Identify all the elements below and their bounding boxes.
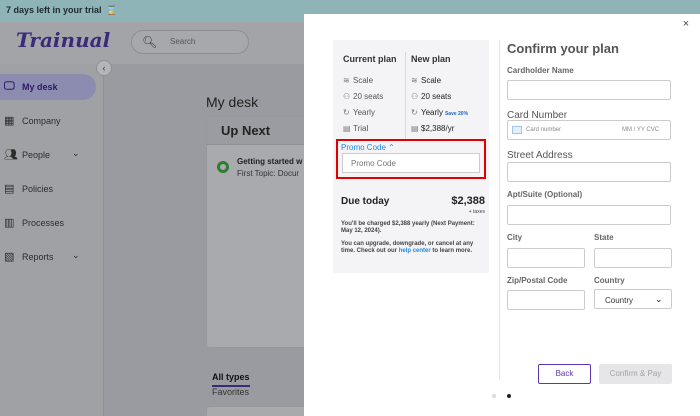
street-address-label: Street Address [507, 150, 573, 161]
country-select[interactable]: Country ⌄ [594, 289, 672, 309]
back-button[interactable]: Back [538, 364, 591, 384]
due-today-label: Due today [341, 196, 390, 207]
page-title: My desk [206, 94, 259, 110]
street-address-field[interactable] [507, 162, 671, 182]
task-title[interactable]: Getting started w [237, 157, 302, 166]
receipt-icon: ▤ [343, 124, 351, 133]
seats-icon: ⚇ [411, 92, 419, 101]
cardholder-label: Cardholder Name [507, 66, 574, 75]
column-divider [499, 40, 500, 380]
trial-banner-text: 7 days left in your trial [6, 5, 102, 15]
hourglass-icon: ⌛ [106, 5, 118, 15]
plan-divider [405, 52, 406, 148]
task-subtitle: First Topic: Docur [237, 169, 300, 178]
layers-icon: ≋ [343, 76, 350, 85]
credit-card-icon [512, 126, 522, 134]
zip-field[interactable] [507, 290, 585, 310]
change-note: You can upgrade, downgrade, or cancel at… [341, 241, 474, 254]
main-content: My desk Up Next Getting started w First … [0, 64, 317, 416]
cardholder-name-field[interactable] [507, 80, 671, 100]
new-plan-cycle: ↻ Yearly Save 20% [411, 108, 469, 117]
search-placeholder: Search [170, 37, 196, 46]
country-select-value: Country [605, 296, 634, 305]
confirm-pay-button[interactable]: Confirm & Pay [599, 364, 672, 384]
plan-summary-panel: Current plan New plan ≋ Scale ⚇ 20 seats ↻… [333, 40, 489, 273]
new-plan-seats: ⚇ 20 seats [411, 92, 452, 101]
close-icon[interactable]: × [678, 18, 694, 34]
receipt-icon: ▤ [411, 124, 419, 133]
taxes-note: + taxes [468, 209, 485, 215]
state-label: State [594, 233, 614, 242]
current-plan-tier: ≋ Scale [343, 76, 374, 85]
promo-code-toggle[interactable]: Promo Code ⌃ [341, 143, 395, 152]
content-card [206, 406, 316, 416]
tab-all-types[interactable]: All types [212, 372, 250, 387]
due-today-amount: $2,388 [451, 195, 485, 207]
help-center-link[interactable]: help center [399, 248, 431, 254]
city-label: City [507, 233, 523, 242]
new-plan-tier: ≋ Scale [411, 76, 442, 85]
tab-favorites[interactable]: Favorites [212, 387, 249, 397]
card-expiry-placeholder: MM / YY CVC [622, 127, 660, 133]
form-title: Confirm your plan [507, 41, 619, 56]
apt-suite-field[interactable] [507, 205, 671, 225]
current-plan-status: ▤ Trial [343, 124, 369, 133]
promo-code-input[interactable] [342, 153, 480, 173]
confirm-plan-modal: × Current plan New plan ≋ Scale ⚇ 20 seats… [304, 14, 700, 416]
content-tabs: All types Favorites [212, 372, 304, 397]
seats-icon: ⚇ [343, 92, 351, 101]
current-plan-cycle: ↻ Yearly [343, 108, 375, 117]
app-logo[interactable]: Trainual [16, 28, 110, 52]
country-label: Country [594, 276, 625, 285]
chevron-down-icon: ⌄ [655, 294, 663, 304]
apt-suite-label: Apt/Suite (Optional) [507, 190, 583, 199]
search-bar[interactable]: 🔍︎ Search [131, 30, 249, 54]
promo-code-section: Promo Code ⌃ [336, 139, 486, 179]
new-plan-price: ▤ $2,388/yr [411, 124, 455, 133]
search-icon: 🔍︎ [142, 35, 158, 49]
layers-icon: ≋ [411, 76, 418, 85]
up-next-header: Up Next [207, 117, 317, 145]
up-next-heading: Up Next [221, 123, 271, 138]
card-number-field[interactable]: Card number MM / YY CVC [507, 120, 671, 140]
new-plan-heading: New plan [411, 54, 451, 64]
current-plan-seats: ⚇ 20 seats [343, 92, 384, 101]
step-indicator-1[interactable] [492, 394, 496, 398]
chevron-up-icon: ⌃ [388, 143, 395, 152]
step-indicator-2[interactable] [507, 394, 511, 398]
state-field[interactable] [594, 248, 672, 268]
city-field[interactable] [507, 248, 585, 268]
cycle-icon: ↻ [411, 108, 418, 117]
save-badge: Save 20% [444, 111, 469, 117]
up-next-card: Up Next Getting started w First Topic: D… [206, 116, 317, 348]
card-number-placeholder: Card number [526, 127, 562, 133]
task-status-icon [217, 161, 229, 173]
charge-note: You'll be charged $2,388 yearly (Next Pa… [341, 221, 475, 234]
cycle-icon: ↻ [343, 108, 350, 117]
zip-label: Zip/Postal Code [507, 276, 568, 285]
current-plan-heading: Current plan [343, 54, 397, 64]
